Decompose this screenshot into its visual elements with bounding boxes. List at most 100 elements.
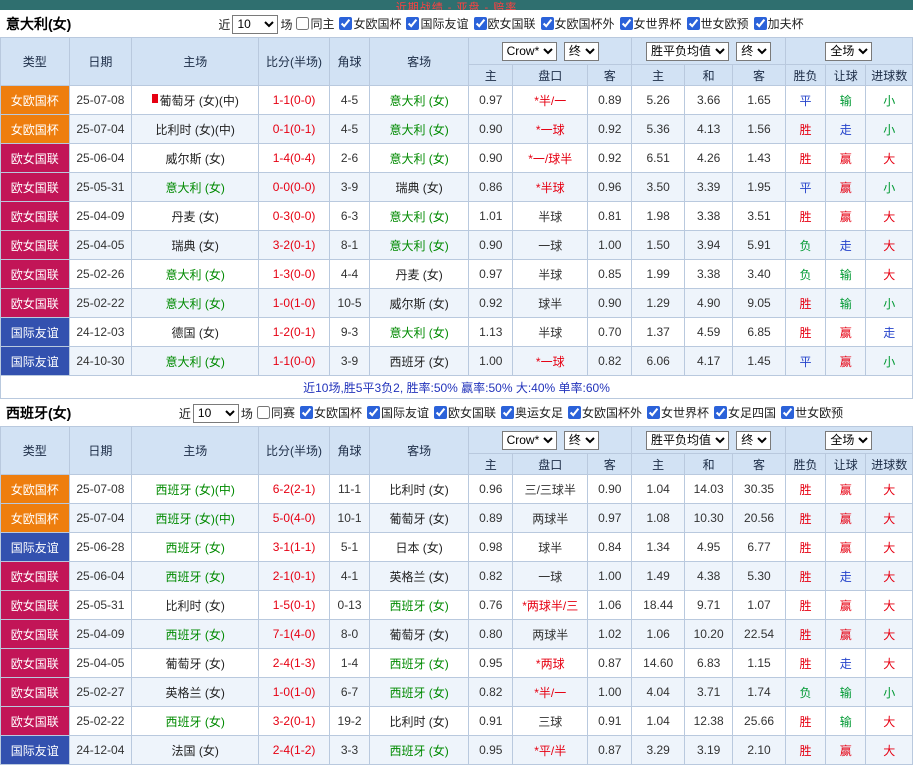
- odds-time-select[interactable]: 终: [563, 41, 599, 61]
- filter-国际友谊[interactable]: 国际友谊: [403, 15, 469, 32]
- filter-同赛[interactable]: 同赛: [254, 404, 295, 421]
- match-row: 欧女国联 25-04-09 丹麦 (女) 0-3(0-0) 6-3 意大利 (女) 1.01…: [0, 201, 913, 231]
- filter-checkbox[interactable]: [753, 17, 767, 30]
- home-team: 比利时 (女)(中): [131, 114, 260, 144]
- filter-女世界杯[interactable]: 女世界杯: [617, 15, 682, 32]
- avg-time-select[interactable]: 终: [736, 41, 772, 61]
- result-wdl: 胜: [784, 532, 827, 562]
- match-date: 25-04-05: [68, 230, 133, 260]
- section-italy: 意大利(女) 近 10 场 同主 女欧国杯 国际友谊 欧女国联 女欧国杯外 女世界杯 世女欧…: [0, 10, 913, 399]
- filter-女欧国杯外[interactable]: 女欧国杯外: [565, 404, 642, 421]
- match-date: 25-05-31: [68, 590, 133, 620]
- filter-checkbox[interactable]: [433, 406, 447, 419]
- col-odds-away: 客: [587, 64, 633, 86]
- match-row: 欧女国联 25-05-31 比利时 (女) 1-5(0-1) 0-13 西班牙 (女) 0.…: [0, 590, 913, 620]
- away-team: 西班牙 (女): [369, 648, 470, 678]
- odds-away: 1.06: [587, 590, 633, 620]
- near-label: 近: [178, 406, 191, 421]
- filter-checkbox[interactable]: [406, 17, 420, 30]
- result-handicap: 赢: [825, 172, 867, 202]
- filter-checkbox[interactable]: [473, 17, 487, 30]
- league-type: 女欧国杯: [0, 85, 70, 115]
- near-count-select[interactable]: 10: [192, 403, 239, 423]
- filter-checkbox[interactable]: [714, 406, 728, 419]
- avg-home: 1.08: [631, 503, 685, 533]
- odds-home: 0.90: [468, 230, 514, 260]
- filter-checkbox[interactable]: [686, 17, 700, 30]
- filter-checkbox[interactable]: [540, 17, 554, 30]
- scope-controls: 全场: [784, 37, 913, 65]
- filter-checkbox[interactable]: [501, 406, 514, 419]
- away-team: 瑞典 (女): [369, 172, 470, 202]
- scope-select[interactable]: 全场: [825, 41, 873, 61]
- filter-同主[interactable]: 同主: [293, 15, 334, 32]
- filter-国际友谊[interactable]: 国际友谊: [364, 404, 429, 421]
- matches-body: 女欧国杯 25-07-08 西班牙 (女)(中) 6-2(2-1) 11-1 比利时 (女…: [0, 474, 913, 765]
- result-handicap: 输: [825, 706, 867, 736]
- col-odds-away: 客: [587, 453, 633, 475]
- filter-checkbox[interactable]: [339, 17, 353, 30]
- filter-checkbox[interactable]: [619, 17, 633, 30]
- odds-home: 0.76: [468, 590, 514, 620]
- filter-checkbox[interactable]: [256, 406, 270, 419]
- avg-away: 3.51: [732, 201, 786, 231]
- avg-time-select[interactable]: 终: [736, 430, 772, 450]
- league-type: 欧女国联: [0, 201, 70, 231]
- result-handicap: 走: [825, 230, 867, 260]
- score-halftime: 6-2(2-1): [258, 474, 330, 504]
- col-res-goals: 进球数: [865, 64, 913, 86]
- filter-checkbox[interactable]: [568, 406, 582, 419]
- col-avg-home: 主: [631, 64, 685, 86]
- odds-away: 1.00: [587, 677, 633, 707]
- handicap-line: 两球半: [512, 619, 589, 649]
- scope-select[interactable]: 全场: [825, 430, 873, 450]
- match-date: 25-06-28: [68, 532, 133, 562]
- away-team: 葡萄牙 (女): [369, 503, 470, 533]
- filter-奥运女足[interactable]: 奥运女足: [498, 404, 563, 421]
- result-wdl: 胜: [784, 561, 827, 591]
- filter-checkbox[interactable]: [296, 17, 310, 30]
- filter-checkbox[interactable]: [647, 406, 661, 419]
- filter-女欧国杯[interactable]: 女欧国杯: [336, 15, 401, 32]
- filter-女足四国[interactable]: 女足四国: [711, 404, 776, 421]
- odds-company-select[interactable]: Crow*: [501, 430, 557, 450]
- filter-checkbox[interactable]: [299, 406, 313, 419]
- col-res-goals: 进球数: [865, 453, 913, 475]
- odds-home: 0.96: [468, 474, 514, 504]
- filter-女世界杯[interactable]: 女世界杯: [644, 404, 709, 421]
- avg-home: 6.51: [631, 143, 685, 173]
- odds-time-select[interactable]: 终: [563, 430, 599, 450]
- near-count-select[interactable]: 10: [232, 14, 279, 34]
- filter-女欧国杯外[interactable]: 女欧国杯外: [538, 15, 615, 32]
- match-row: 女欧国杯 25-07-08 葡萄牙 (女)(中) 1-1(0-0) 4-5 意大利 (女)…: [0, 85, 913, 115]
- filter-checkbox[interactable]: [781, 406, 795, 419]
- filter-世女欧预[interactable]: 世女欧预: [778, 404, 843, 421]
- filter-加夫杯[interactable]: 加夫杯: [751, 15, 804, 32]
- league-type: 欧女国联: [0, 143, 70, 173]
- home-team: 葡萄牙 (女)(中): [131, 85, 260, 115]
- avg-away: 1.45: [732, 346, 786, 376]
- filter-欧女国联[interactable]: 欧女国联: [471, 15, 536, 32]
- top-banner-text: 近期战绩 - 亚盘 - 赔率: [395, 2, 518, 10]
- home-team: 比利时 (女): [131, 590, 260, 620]
- filter-女欧国杯[interactable]: 女欧国杯: [297, 404, 362, 421]
- avg-type-select[interactable]: 胜平负均值: [645, 430, 729, 450]
- filter-世女欧预[interactable]: 世女欧预: [684, 15, 749, 32]
- odds-company-select[interactable]: Crow*: [501, 41, 557, 61]
- col-odds-home: 主: [468, 64, 514, 86]
- odds-away: 0.92: [587, 143, 633, 173]
- avg-type-select[interactable]: 胜平负均值: [645, 41, 729, 61]
- result-goals: 大: [865, 619, 913, 649]
- filter-bar: 近 10 场 同主 女欧国杯 国际友谊 欧女国联 女欧国杯外 女世界杯 世女欧预 加夫杯: [116, 14, 907, 34]
- col-res-handicap: 让球: [825, 453, 867, 475]
- filter-欧女国联[interactable]: 欧女国联: [431, 404, 496, 421]
- league-type: 国际友谊: [0, 346, 70, 376]
- col-res-wdl: 胜负: [784, 64, 827, 86]
- avg-home: 1.37: [631, 317, 685, 347]
- corners: 10-5: [328, 288, 371, 318]
- match-row: 欧女国联 25-04-05 葡萄牙 (女) 2-4(1-3) 1-4 西班牙 (女) 0.9…: [0, 648, 913, 678]
- league-type: 国际友谊: [0, 735, 70, 765]
- match-date: 25-04-09: [68, 619, 133, 649]
- filter-checkbox[interactable]: [366, 406, 380, 419]
- col-score: 比分(半场): [258, 426, 330, 475]
